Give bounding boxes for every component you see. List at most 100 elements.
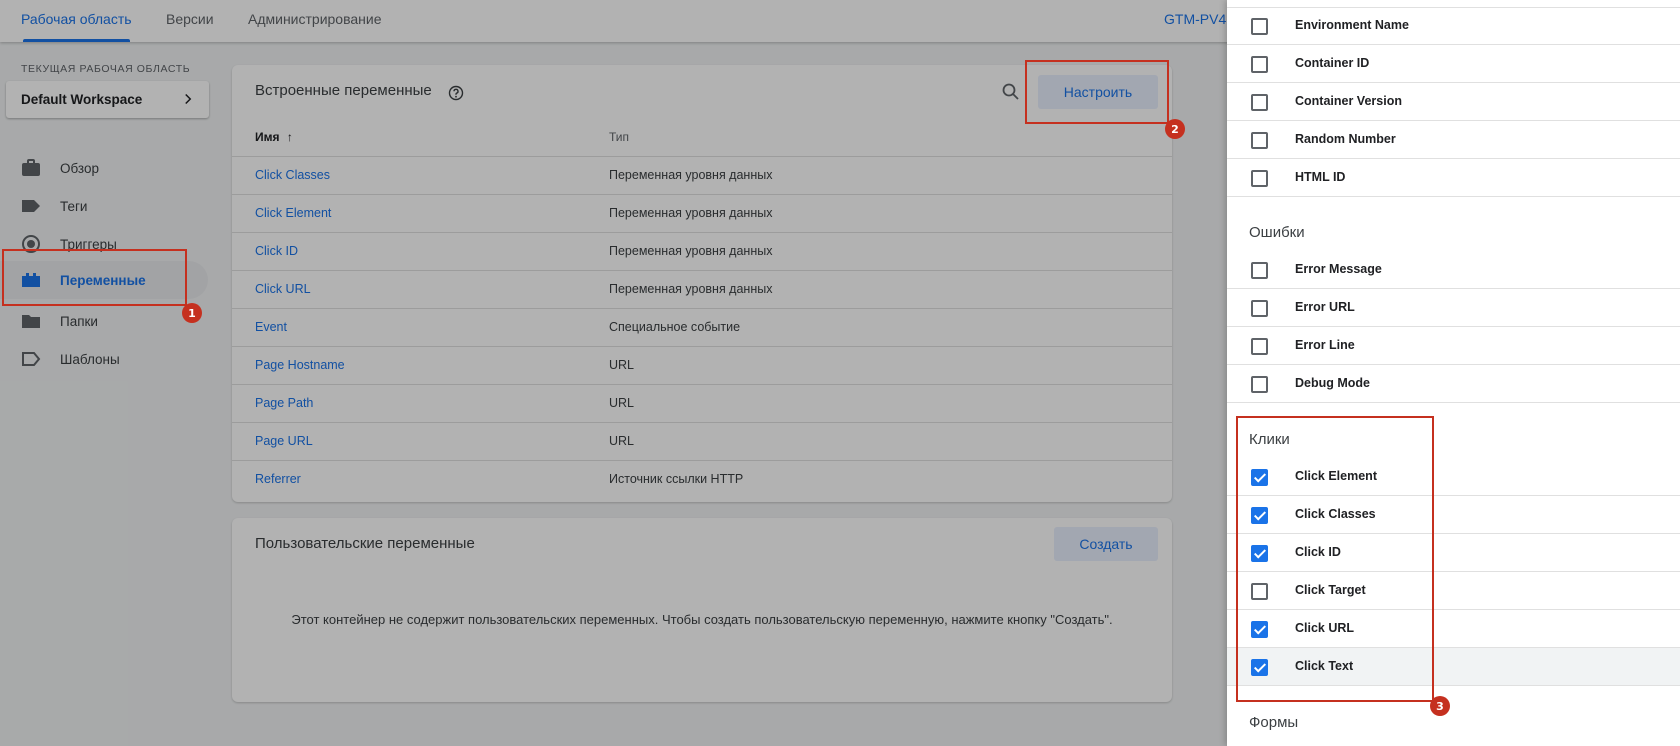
checkbox[interactable] [1251,56,1268,73]
checkbox-row[interactable]: Error Line [1227,327,1680,365]
sidebar-item-templates[interactable]: Шаблоны [0,340,208,378]
checkbox-row[interactable]: Container ID [1227,45,1680,83]
variable-name-link[interactable]: Event [255,320,287,334]
section-errors-title: Ошибки [1249,224,1305,241]
sidebar-item-triggers[interactable]: Триггеры [0,225,208,263]
sidebar-item-tags[interactable]: Теги [0,187,208,225]
checkbox-label: Random Number [1295,132,1396,146]
checkbox[interactable] [1251,376,1268,393]
table-row: Referrer Источник ссылки HTTP [232,460,1172,498]
section-forms-title: Формы [1249,714,1299,731]
help-icon[interactable] [448,85,464,101]
checkbox-row[interactable]: Click ID [1227,534,1680,572]
checkbox-checked[interactable] [1251,469,1268,486]
checkbox-row[interactable]: Click URL [1227,610,1680,648]
table-row: Click Classes Переменная уровня данных [232,156,1172,194]
sidebar-item-label: Шаблоны [60,351,120,367]
checkbox-checked[interactable] [1251,507,1268,524]
table-row: Page URL URL [232,422,1172,460]
tab-versions[interactable]: Версии [166,0,214,42]
checkbox-label: Click URL [1295,621,1355,635]
checkbox-label: Click ID [1295,545,1341,559]
checkbox-label: Error Message [1295,262,1382,276]
section-clicks-title: Клики [1249,431,1290,448]
checkbox[interactable] [1251,94,1268,111]
table-row: Click Element Переменная уровня данных [232,194,1172,232]
checkbox-label: Error Line [1295,338,1355,352]
checkbox-row[interactable]: Error URL [1227,289,1680,327]
checkbox-label: Container ID [1295,56,1370,70]
checkbox[interactable] [1251,300,1268,317]
configure-builtin-panel: Environment Name Container ID Container … [1227,0,1680,746]
sort-arrow-up-icon: ↑ [286,130,293,144]
checkbox-row[interactable]: Error Message [1227,251,1680,289]
checkbox[interactable] [1251,170,1268,187]
variable-name-link[interactable]: Click URL [255,282,311,296]
checkbox[interactable] [1251,262,1268,279]
checkbox-label: Click Element [1295,469,1377,483]
checkbox-row[interactable]: Click Element [1227,458,1680,496]
chevron-right-icon [185,93,192,105]
checkbox-label: Environment Name [1295,18,1409,32]
checkbox-row[interactable]: Click Text [1227,648,1680,686]
sidebar-item-overview[interactable]: Обзор [0,149,208,187]
search-icon[interactable] [1001,82,1021,102]
checkbox-row[interactable]: Random Number [1227,121,1680,159]
top-nav: Рабочая область Версии Администрирование… [0,0,1230,42]
tab-workspace[interactable]: Рабочая область [21,0,132,42]
configure-button[interactable]: Настроить [1038,75,1158,109]
checkbox[interactable] [1251,18,1268,35]
checkbox-label: HTML ID [1295,170,1346,184]
checkbox-label: Container Version [1295,94,1402,108]
checkbox[interactable] [1251,583,1268,600]
variable-type: Переменная уровня данных [609,282,773,296]
variable-name-link[interactable]: Page URL [255,434,313,448]
create-button[interactable]: Создать [1054,527,1158,561]
builtin-variables-card: Встроенные переменные Настроить Имя ↑ Ти… [232,65,1172,502]
checkbox-label: Click Classes [1295,507,1376,521]
checkbox-row[interactable]: Environment Name [1227,7,1680,45]
table-row: Click URL Переменная уровня данных [232,270,1172,308]
variable-name-link[interactable]: Click Element [255,206,331,220]
template-icon [22,352,41,366]
sidebar-item-variables[interactable]: Переменные [0,261,208,299]
checkbox[interactable] [1251,132,1268,149]
checkbox-row[interactable]: Debug Mode [1227,365,1680,403]
table-row: Event Специальное событие [232,308,1172,346]
sidebar-item-folders[interactable]: Папки [0,302,208,340]
container-id[interactable]: GTM-PV4C [1164,0,1230,42]
col-name-label: Имя [255,130,280,144]
variable-type: Переменная уровня данных [609,206,773,220]
tag-icon [22,200,40,212]
variable-name-link[interactable]: Click ID [255,244,298,258]
table-row: Page Hostname URL [232,346,1172,384]
variable-name-link[interactable]: Page Path [255,396,313,410]
variable-name-link[interactable]: Click Classes [255,168,330,182]
variable-name-link[interactable]: Page Hostname [255,358,345,372]
user-variables-title: Пользовательские переменные [255,535,475,552]
user-variables-card: Пользовательские переменные Создать Этот… [232,518,1172,702]
checkbox-checked[interactable] [1251,545,1268,562]
checkbox-checked[interactable] [1251,659,1268,676]
workspace-name: Default Workspace [21,92,143,107]
annotation-badge: 2 [1165,119,1185,139]
col-name-header[interactable]: Имя ↑ [255,130,293,144]
checkbox-row[interactable]: Click Classes [1227,496,1680,534]
checkbox[interactable] [1251,338,1268,355]
annotation-badge: 1 [182,303,202,323]
checkbox-row[interactable]: Click Target [1227,572,1680,610]
checkbox-row[interactable]: HTML ID [1227,159,1680,197]
checkbox-label: Click Text [1295,659,1354,673]
tab-admin[interactable]: Администрирование [248,0,382,42]
workspace-selector[interactable]: Default Workspace [6,81,209,118]
variable-name-link[interactable]: Referrer [255,472,301,486]
variable-type: URL [609,434,635,448]
checkbox-row[interactable]: Container Version [1227,83,1680,121]
folder-icon [22,315,40,328]
table-row: Page Path URL [232,384,1172,422]
sidebar-item-label: Папки [60,313,98,329]
sidebar-item-label: Обзор [60,160,99,176]
col-type-header: Тип [609,130,630,144]
checkbox-checked[interactable] [1251,621,1268,638]
table-row: Click ID Переменная уровня данных [232,232,1172,270]
